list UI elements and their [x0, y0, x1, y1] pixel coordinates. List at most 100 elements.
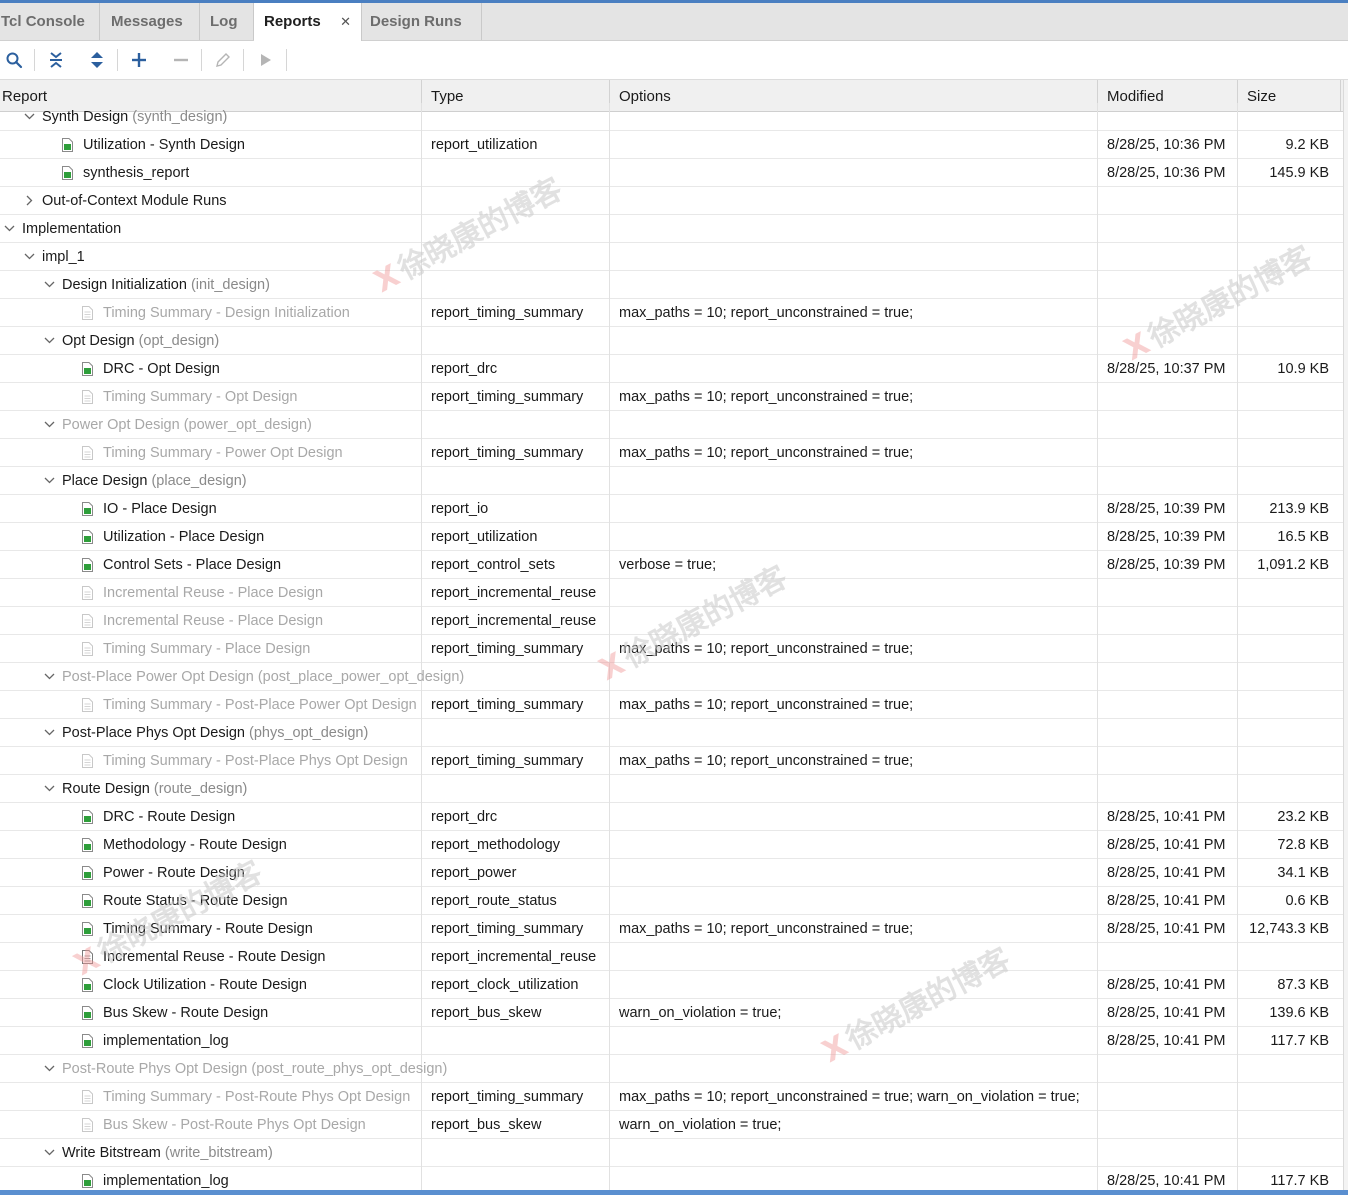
- tree-group-row[interactable]: Post-Route Phys Opt Design (post_route_p…: [0, 1055, 1343, 1083]
- table-row[interactable]: Timing Summary - Post-Place Power Opt De…: [0, 691, 1343, 719]
- table-row[interactable]: Timing Summary - Post-Route Phys Opt Des…: [0, 1083, 1343, 1111]
- group-step-name: (power_opt_design): [183, 417, 312, 433]
- table-row[interactable]: Route Status - Route Design report_route_…: [0, 887, 1343, 915]
- report-modified: [1107, 439, 1237, 466]
- group-name: Write Bitstream: [62, 1145, 161, 1161]
- chevron-down-icon[interactable]: [42, 719, 56, 746]
- chevron-down-icon[interactable]: [42, 411, 56, 438]
- expand-all-button[interactable]: [86, 49, 108, 71]
- table-row[interactable]: Clock Utilization - Route Design report_c…: [0, 971, 1343, 999]
- grid-line: [1097, 803, 1098, 831]
- chevron-down-icon[interactable]: [42, 467, 56, 494]
- table-row[interactable]: Bus Skew - Post-Route Phys Opt Design rep…: [0, 1111, 1343, 1139]
- chevron-down-icon[interactable]: [42, 775, 56, 802]
- report-options: [619, 971, 1097, 998]
- report-options: [619, 131, 1097, 158]
- chevron-down-icon[interactable]: [42, 271, 56, 298]
- chevron-down-icon[interactable]: [2, 215, 16, 242]
- report-name: Timing Summary - Route Design: [103, 921, 313, 937]
- search-button[interactable]: [3, 49, 25, 71]
- table-row[interactable]: Timing Summary - Post-Place Phys Opt Des…: [0, 747, 1343, 775]
- table-row[interactable]: Utilization - Place Design report_utiliza…: [0, 523, 1343, 551]
- report-modified: [1107, 691, 1237, 718]
- tree-group-row[interactable]: Post-Place Phys Opt Design (phys_opt_des…: [0, 719, 1343, 747]
- collapse-all-button[interactable]: [45, 49, 67, 71]
- table-row[interactable]: Power - Route Design report_power 8/28/25,…: [0, 859, 1343, 887]
- tree-group-row[interactable]: Opt Design (opt_design): [0, 327, 1343, 355]
- table-row[interactable]: Incremental Reuse - Route Design report_i…: [0, 943, 1343, 971]
- table-row[interactable]: synthesis_report 8/28/25, 10:36 PM 145.9 K…: [0, 159, 1343, 187]
- table-row[interactable]: Incremental Reuse - Place Design report_i…: [0, 579, 1343, 607]
- vertical-scrollbar[interactable]: [1343, 80, 1348, 1190]
- table-row[interactable]: DRC - Opt Design report_drc 8/28/25, 10:37…: [0, 355, 1343, 383]
- tree-group-row[interactable]: Out-of-Context Module Runs: [0, 187, 1343, 215]
- tree-group-row[interactable]: Route Design (route_design): [0, 775, 1343, 803]
- report-type: report_route_status: [431, 893, 557, 909]
- run-button[interactable]: [254, 49, 276, 71]
- grid-line: [421, 775, 422, 803]
- grid-line: [421, 999, 422, 1027]
- group-name: impl_1: [42, 249, 85, 265]
- grid-line: [421, 887, 422, 915]
- tree-group-row[interactable]: Write Bitstream (write_bitstream): [0, 1139, 1343, 1167]
- tab-log[interactable]: Log: [200, 3, 254, 40]
- chevron-down-icon[interactable]: [42, 1139, 56, 1166]
- tree-group-row[interactable]: impl_1: [0, 243, 1343, 271]
- report-options: [619, 579, 1097, 606]
- grid-line: [1237, 467, 1238, 495]
- grid-line: [1097, 159, 1098, 187]
- chevron-down-icon[interactable]: [42, 1055, 56, 1082]
- tree-group-row[interactable]: Implementation: [0, 215, 1343, 243]
- table-row[interactable]: Timing Summary - Design Initialization re…: [0, 299, 1343, 327]
- grid-line: [1097, 999, 1098, 1027]
- tree-group-row[interactable]: Post-Place Power Opt Design (post_place_…: [0, 663, 1343, 691]
- table-row[interactable]: Bus Skew - Route Design report_bus_skew wa…: [0, 999, 1343, 1027]
- grid-line: [1097, 971, 1098, 999]
- tab-messages[interactable]: Messages: [100, 3, 200, 40]
- table-row[interactable]: implementation_log 8/28/25, 10:41 PM 117.7…: [0, 1027, 1343, 1055]
- tree-group-row[interactable]: Synth Design (synth_design): [0, 103, 1343, 131]
- grid-line: [1097, 495, 1098, 523]
- grid-line: [1097, 579, 1098, 607]
- chevron-down-icon[interactable]: [22, 243, 36, 270]
- tree-group-row[interactable]: Power Opt Design (power_opt_design): [0, 411, 1343, 439]
- table-row[interactable]: DRC - Route Design report_drc 8/28/25, 10:…: [0, 803, 1343, 831]
- grid-line: [609, 887, 610, 915]
- tab-reports[interactable]: Reports ✕: [254, 3, 362, 41]
- report-name: Utilization - Synth Design: [83, 137, 245, 153]
- chevron-down-icon[interactable]: [22, 103, 36, 130]
- table-row[interactable]: Timing Summary - Place Design report_timi…: [0, 635, 1343, 663]
- tab-design-runs[interactable]: Design Runs: [362, 3, 482, 40]
- report-size: 10.9 KB: [1277, 361, 1329, 377]
- report-size: [1238, 1111, 1329, 1138]
- chevron-down-icon[interactable]: [42, 327, 56, 354]
- tree-node-label: impl_1: [42, 243, 85, 270]
- chevron-right-icon[interactable]: [22, 187, 36, 214]
- table-row[interactable]: Control Sets - Place Design report_contro…: [0, 551, 1343, 579]
- edit-button[interactable]: [212, 49, 234, 71]
- table-row[interactable]: Incremental Reuse - Place Design report_i…: [0, 607, 1343, 635]
- table-row[interactable]: Timing Summary - Opt Design report_timing…: [0, 383, 1343, 411]
- chevron-down-icon[interactable]: [42, 663, 56, 690]
- tree-group-row[interactable]: Design Initialization (init_design): [0, 271, 1343, 299]
- table-row[interactable]: Utilization - Synth Design report_utiliza…: [0, 131, 1343, 159]
- table-row[interactable]: Timing Summary - Power Opt Design report_…: [0, 439, 1343, 467]
- grid-line: [609, 859, 610, 887]
- report-file-icon: [82, 894, 93, 908]
- table-row[interactable]: Timing Summary - Route Design report_timi…: [0, 915, 1343, 943]
- table-row[interactable]: Methodology - Route Design report_methodo…: [0, 831, 1343, 859]
- grid-line: [609, 971, 610, 999]
- close-icon[interactable]: ✕: [340, 3, 351, 40]
- remove-button[interactable]: [170, 49, 192, 71]
- tab-tcl-console[interactable]: Tcl Console: [0, 3, 100, 40]
- grid-line: [1237, 271, 1238, 299]
- grid-line: [1237, 775, 1238, 803]
- grid-line: [609, 159, 610, 187]
- grid-line: [609, 495, 610, 523]
- grid-line: [421, 411, 422, 439]
- report-type: report_timing_summary: [431, 641, 584, 657]
- add-button[interactable]: [128, 49, 150, 71]
- table-row[interactable]: IO - Place Design report_io 8/28/25, 10:39…: [0, 495, 1343, 523]
- tree-node-label: Opt Design (opt_design): [62, 327, 219, 354]
- tree-group-row[interactable]: Place Design (place_design): [0, 467, 1343, 495]
